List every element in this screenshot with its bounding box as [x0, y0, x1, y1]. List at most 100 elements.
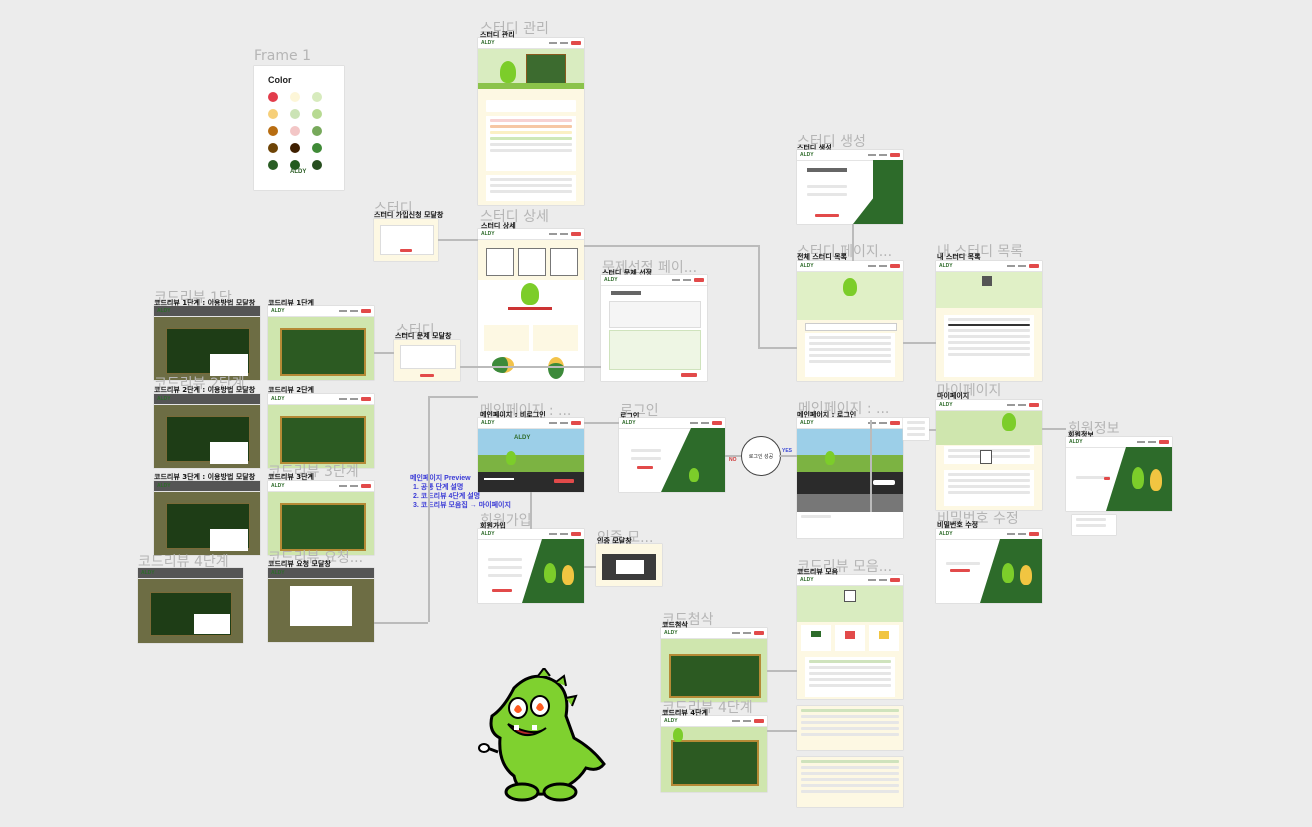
main-after-login-frame[interactable]: ALDY — [797, 418, 903, 538]
color-swatch — [268, 160, 278, 170]
color-swatch — [312, 92, 322, 102]
connector — [929, 429, 936, 431]
color-swatch — [268, 126, 278, 136]
color-swatch — [290, 126, 300, 136]
study-create-frame[interactable]: ALDY — [797, 150, 903, 224]
color-swatch — [268, 143, 278, 153]
logo: ALDY — [271, 570, 285, 576]
problem-select-frame[interactable]: ALDY — [601, 275, 707, 381]
connector — [428, 396, 478, 398]
connector — [903, 342, 936, 344]
member-info-sub-frame — [1072, 515, 1116, 535]
logo: ALDY — [939, 402, 953, 408]
logo: ALDY — [481, 420, 495, 426]
study-join-modal-frame[interactable] — [374, 219, 438, 261]
logo: ALDY — [271, 483, 285, 489]
code-edit-frame[interactable]: ALDY — [661, 628, 767, 702]
connector — [584, 566, 596, 568]
connector — [758, 245, 760, 348]
cr4-frame[interactable]: ALDY — [138, 568, 243, 643]
logo: ALDY — [939, 263, 953, 269]
logo: ALDY — [622, 420, 636, 426]
palette-logo: ALDY — [290, 169, 307, 175]
preview-item: 3. 코드리뷰 모음집 → 마이페이지 — [413, 502, 511, 509]
color-swatch — [312, 143, 322, 153]
logo: ALDY — [664, 718, 678, 724]
connector — [1042, 428, 1066, 430]
connector — [767, 730, 797, 732]
cr3-frame[interactable]: ALDY — [268, 481, 374, 555]
color-swatch — [290, 92, 300, 102]
study-manage-frame[interactable]: ALDY — [478, 38, 584, 205]
connector — [725, 455, 741, 457]
cr-req-modal-frame[interactable]: ALDY — [268, 568, 374, 642]
logo: ALDY — [939, 531, 953, 537]
cr3-modal-frame[interactable]: ALDY — [154, 481, 260, 555]
logo: ALDY — [800, 152, 814, 158]
logo: ALDY — [481, 40, 495, 46]
preview-item: 2. 코드리뷰 4단계 설명 — [413, 493, 481, 500]
logo: ALDY — [141, 570, 155, 576]
connector — [584, 245, 759, 247]
logo: ALDY — [481, 231, 495, 237]
connector — [758, 347, 797, 349]
connector — [584, 422, 619, 424]
color-swatch — [312, 160, 322, 170]
study-detail-frame[interactable]: ALDY — [478, 229, 584, 381]
logo: ALDY — [271, 308, 285, 314]
profile-dropdown[interactable] — [903, 418, 929, 440]
connector — [779, 455, 797, 457]
color-swatch — [290, 143, 300, 153]
connector — [374, 352, 394, 354]
logo: ALDY — [664, 630, 678, 636]
cr2-frame[interactable]: ALDY — [268, 394, 374, 468]
signup-frame[interactable]: ALDY — [478, 529, 584, 603]
frame1-title: Frame 1 — [254, 48, 311, 64]
connector — [870, 420, 872, 512]
connector — [852, 224, 854, 261]
yes-label: YES — [782, 448, 793, 454]
cr2-modal-frame[interactable]: ALDY — [154, 394, 260, 468]
color-swatch — [312, 109, 322, 119]
my-study-list-frame[interactable]: ALDY — [936, 261, 1042, 381]
color-swatch — [268, 92, 278, 102]
connector — [767, 670, 797, 672]
logo: ALDY — [157, 483, 171, 489]
connector — [438, 239, 478, 241]
login-frame[interactable]: ALDY — [619, 418, 725, 492]
no-label: NO — [729, 457, 737, 463]
logo: ALDY — [1069, 439, 1083, 445]
auth-modal-frame[interactable] — [596, 544, 662, 586]
review-collection-frame[interactable]: ALDY — [797, 575, 903, 699]
color-label: Color — [268, 75, 292, 85]
logo: ALDY — [800, 577, 814, 583]
mypage-frame[interactable]: ALDY — [936, 400, 1042, 510]
logo: ALDY — [157, 396, 171, 402]
all-study-list-frame[interactable]: ALDY — [797, 261, 903, 381]
hero-logo: ALDY — [514, 435, 531, 441]
connector — [530, 492, 532, 529]
pw-edit-frame[interactable]: ALDY — [936, 529, 1042, 603]
member-info-frame[interactable]: ALDY — [1066, 437, 1172, 511]
study-problem-modal-frame[interactable] — [394, 340, 460, 381]
logo: ALDY — [800, 263, 814, 269]
review-collection-table-3 — [797, 757, 903, 807]
color-palette-frame: Color ALDY — [254, 66, 344, 190]
color-swatch — [290, 109, 300, 119]
review-collection-table-2 — [797, 706, 903, 750]
logo: ALDY — [604, 277, 618, 283]
connector — [428, 396, 430, 622]
cr1-frame[interactable]: ALDY — [268, 306, 374, 380]
login-success-node: 로그인 성공 — [741, 436, 781, 476]
connector — [374, 622, 428, 624]
dino-mascot — [478, 668, 606, 802]
cr1-modal-frame[interactable]: ALDY — [154, 306, 260, 380]
connector — [460, 366, 601, 368]
color-swatch — [312, 126, 322, 136]
preview-title: 메인페이지 Preview — [410, 475, 471, 482]
logo: ALDY — [157, 308, 171, 314]
logo: ALDY — [800, 420, 814, 426]
logo: ALDY — [481, 531, 495, 537]
preview-note: 메인페이지 Preview 1. 공통 단계 설명 2. 코드리뷰 4단계 설명… — [410, 474, 511, 510]
cr4-bottom-frame[interactable]: ALDY — [661, 716, 767, 792]
